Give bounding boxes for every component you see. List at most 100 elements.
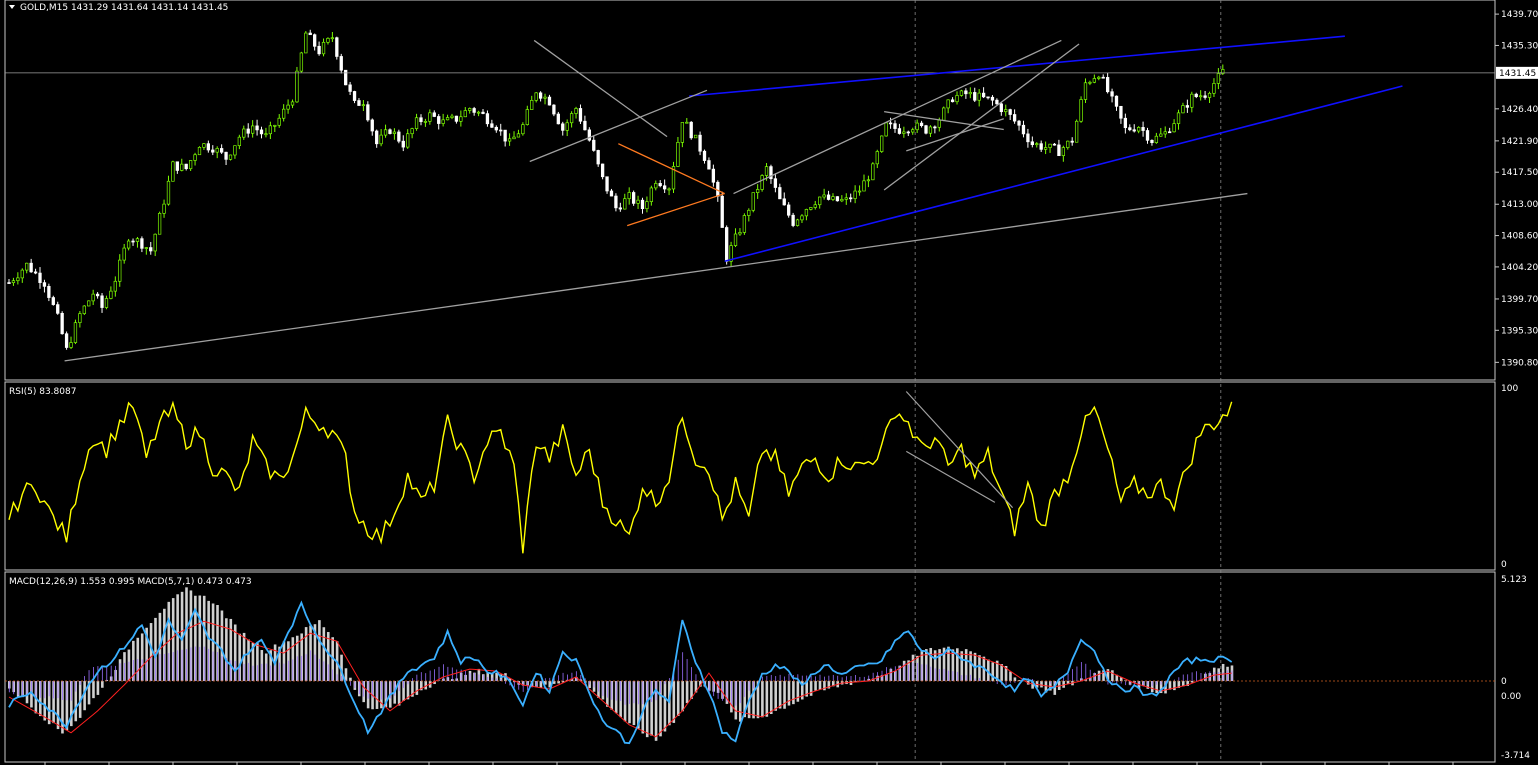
candle-body [228,154,233,160]
candle-body [1101,76,1105,79]
candle-body [804,209,809,217]
candle-body [410,128,414,135]
candle-body [654,183,658,189]
candle-body [818,196,822,206]
candle-body [352,91,357,101]
candle-body [1057,144,1061,157]
candle-body [295,70,299,103]
candle-body [11,280,16,284]
candle-body [7,282,11,284]
candle-body [977,92,981,101]
candle-body [33,271,38,274]
candle-body [73,322,78,343]
candle-body [282,108,286,119]
price-tick-label: 1413.00 [1501,200,1538,210]
macd-tick-label: -3.714 [1501,751,1530,761]
candle-body [764,166,769,176]
macd-histogram-bar [778,681,782,709]
macd-tick-label: 0 [1501,677,1507,687]
candle-body [592,139,596,151]
candle-body [578,108,583,122]
candle-body [1070,140,1074,143]
candle-body [485,113,490,125]
candle-body [91,293,95,302]
candle-body [782,198,786,206]
candle-body [565,122,569,131]
candle-body [494,126,498,131]
candle-body [348,84,352,92]
candle-body [1092,78,1097,83]
candle-body [1212,83,1216,94]
candle-body [693,134,698,139]
candle-body [1185,105,1190,108]
macd-histogram-bar [349,677,352,682]
macd-panel-title: MACD(12,26,9) 1.553 0.995 MACD(5,7,1) 0.… [9,577,252,587]
candle-body [454,115,459,122]
rsi-tick-label: 0 [1501,560,1507,570]
candle-body [587,129,591,141]
candle-body [1163,131,1167,135]
trading-chart[interactable]: 1439.70 1435.30 1426.40 1421.90 1417.50 1413.… [0,0,1538,765]
candle-body [140,238,144,249]
candle-body [1012,114,1017,122]
candle-body [64,333,69,348]
candle-body [919,122,924,127]
candle-body [1048,143,1052,148]
price-tick-label: 1426.40 [1501,105,1538,115]
candle-body [286,104,290,110]
candle-body [605,176,609,192]
candle-body [649,187,653,202]
candle-body [251,125,255,134]
candle-body [206,143,211,151]
candle-body [986,96,990,99]
macd-histogram-bar [685,681,689,704]
candle-body [1083,82,1088,100]
candle-body [747,209,751,216]
macd-histogram-bar [1000,664,1003,682]
candle-body [78,313,82,324]
candle-body [87,300,91,307]
candle-body [547,96,552,106]
candle-body [636,199,640,204]
candle-body [1119,105,1123,119]
candle-body [242,128,246,138]
candle-body [1035,143,1039,146]
price-tick-label: 1439.70 [1501,10,1538,20]
candle-body [685,121,689,124]
candle-body [246,128,250,134]
candle-body [397,131,401,142]
candle-body [481,111,485,114]
candle-body [897,128,902,134]
candle-body [339,56,343,71]
candle-body [428,112,432,122]
price-tick-label: 1408.60 [1501,232,1538,242]
candle-body [1132,129,1136,132]
candle-body [326,37,330,43]
candle-body [561,123,565,131]
macd-tick-label: 5.123 [1501,575,1527,585]
candle-body [702,150,707,161]
candle-body [1114,95,1119,107]
rsi-panel-title: RSI(5) 83.8087 [9,387,76,397]
candle-body [233,145,237,156]
candle-body [299,52,304,72]
candle-body [188,160,193,170]
candle-body [662,185,667,190]
candle-body [153,233,157,252]
candle-body [122,247,126,261]
candle-body [29,262,33,273]
candle-body [357,100,361,106]
candle-body [419,117,423,122]
candle-body [109,290,113,299]
rsi-tick-label: 100 [1501,384,1518,394]
candle-body [720,195,724,228]
candle-body [118,259,122,282]
candle-body [441,119,445,124]
macd-histogram-bar [663,681,667,732]
candle-body [237,136,242,147]
candle-body [472,108,476,113]
price-panel-title: GOLD,M15 1431.29 1431.64 1431.14 1431.45 [20,3,228,13]
candle-body [574,108,578,114]
candle-body [317,45,321,55]
candle-body [915,122,919,131]
